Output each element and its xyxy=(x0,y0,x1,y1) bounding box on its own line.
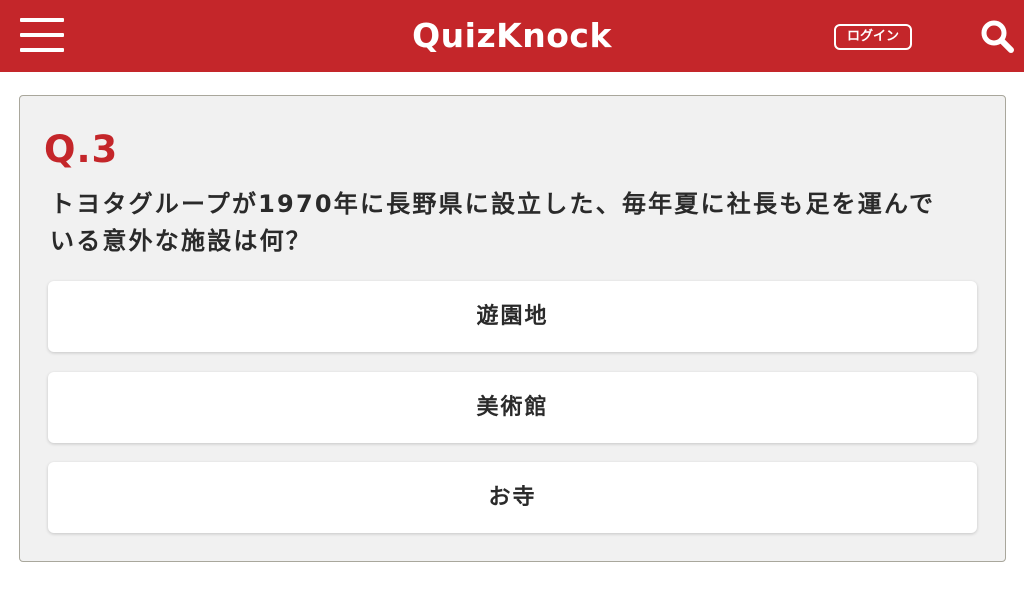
hamburger-menu-icon[interactable] xyxy=(20,18,64,54)
question-text: トヨタグループが1970年に長野県に設立した、毎年夏に社長も足を運んで いる意外… xyxy=(50,186,985,260)
question-number: Q.3 xyxy=(44,128,119,171)
question-text-line: いる意外な施設は何？ xyxy=(50,227,312,255)
login-button[interactable]: ログイン xyxy=(834,24,912,50)
site-header: QuizKnock ログイン xyxy=(0,0,1024,72)
question-text-line: トヨタグループが1970年に長野県に設立した、毎年夏に社長も足を運んで xyxy=(50,190,936,218)
search-icon[interactable] xyxy=(978,18,1018,54)
choice-button[interactable]: 美術館 xyxy=(48,372,977,443)
quiz-card: Q.3 トヨタグループが1970年に長野県に設立した、毎年夏に社長も足を運んで … xyxy=(19,95,1006,562)
choice-button[interactable]: お寺 xyxy=(48,462,977,533)
choice-button[interactable]: 遊園地 xyxy=(48,281,977,352)
